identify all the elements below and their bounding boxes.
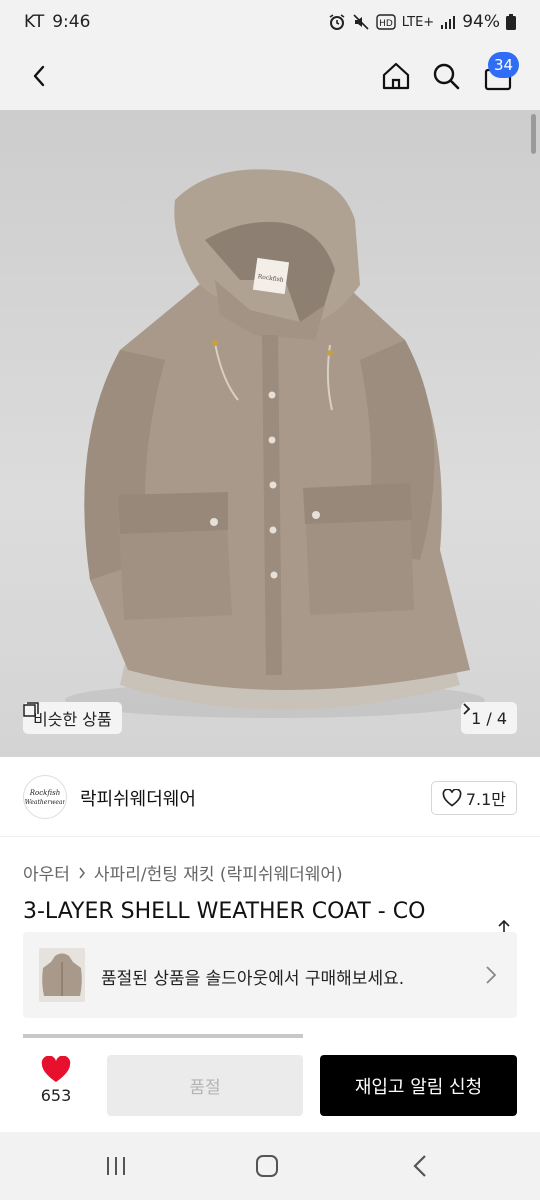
image-page-indicator[interactable]: 1 / 4 [461, 702, 517, 734]
back-nav-button[interactable] [400, 1148, 440, 1184]
breadcrumb-category[interactable]: 아우터 [23, 860, 70, 885]
brand-row: Rockfish Weatherwear 락피쉬웨더웨어 7.1만 [0, 757, 540, 837]
back-button[interactable] [20, 56, 60, 96]
cart-count-badge: 34 [488, 52, 520, 78]
svg-text:HD: HD [379, 19, 393, 29]
banner-thumbnail [39, 948, 85, 1002]
brand-like-button[interactable]: 7.1만 [430, 781, 517, 815]
chevron-right-icon [486, 966, 497, 984]
brand-like-count: 7.1만 [465, 790, 506, 809]
product-title: 3-LAYER SHELL WEATHER COAT - CO [23, 899, 426, 924]
scrollbar[interactable] [531, 114, 536, 154]
carrier: KT [24, 12, 45, 32]
search-button[interactable] [426, 56, 466, 96]
network-type: LTE+ [401, 14, 435, 30]
chevron-right-icon [79, 867, 85, 878]
similar-products-button[interactable]: 비슷한 상품 [23, 702, 122, 734]
recents-button[interactable] [96, 1148, 136, 1184]
system-nav-bar [0, 1132, 540, 1200]
coat-illustration: Rockfish [65, 169, 485, 718]
wishlist-button[interactable]: 653 [28, 1056, 84, 1105]
home-button[interactable] [376, 56, 416, 96]
back-nav-icon [413, 1155, 426, 1177]
clock: 9:46 [52, 12, 91, 32]
svg-text:Rockfish: Rockfish [29, 789, 60, 797]
page-indicator-text: 1 / 4 [471, 708, 507, 728]
signal-icon [440, 14, 456, 30]
app-header [0, 44, 540, 110]
breadcrumb-subcategory[interactable]: 사파리/헌팅 재킷 (락피쉬웨더웨어) [94, 860, 343, 885]
hd-icon: HD [376, 14, 396, 30]
brand-logo[interactable]: Rockfish Weatherwear [23, 775, 67, 819]
home-nav-icon [256, 1155, 278, 1177]
similar-icon [23, 702, 39, 717]
back-icon [33, 65, 45, 87]
brand-logo-mark: Rockfish Weatherwear [25, 789, 65, 806]
alarm-icon [328, 13, 346, 31]
svg-text:Weatherwear: Weatherwear [25, 799, 65, 806]
soldout-banner-text: 품절된 상품을 솔드아웃에서 구매해보세요. [101, 969, 405, 989]
status-bar: KT 9:46 HD LTE+ 94% [0, 0, 540, 44]
status-right: HD LTE+ 94% [328, 12, 516, 32]
heart-filled-icon [41, 1056, 71, 1082]
similar-products-label: 비슷한 상품 [33, 710, 112, 729]
restock-alert-button[interactable]: 재입고 알림 신청 [320, 1055, 517, 1116]
bottom-action-bar: 653 품절 재입고 알림 신청 [0, 1038, 540, 1132]
home-nav-button[interactable] [247, 1148, 287, 1184]
brand-name[interactable]: 락피쉬웨더웨어 [80, 785, 196, 811]
breadcrumb: 아우터 사파리/헌팅 재킷 (락피쉬웨더웨어) [23, 860, 343, 885]
wishlist-count: 653 [40, 1086, 72, 1105]
battery-icon [506, 14, 516, 30]
soldout-button[interactable]: 품절 [107, 1055, 303, 1116]
soldout-banner[interactable]: 품절된 상품을 솔드아웃에서 구매해보세요. [23, 932, 517, 1018]
battery-level: 94% [462, 12, 500, 32]
heart-outline-icon [442, 789, 462, 807]
mute-icon [352, 13, 370, 31]
recents-icon [107, 1157, 125, 1175]
status-left: KT 9:46 [24, 12, 90, 32]
home-icon [382, 62, 410, 90]
search-icon [433, 63, 460, 90]
product-image[interactable]: Rockfish 비슷한 상품 1 / 4 [0, 110, 540, 757]
chevron-right-icon [463, 703, 471, 715]
